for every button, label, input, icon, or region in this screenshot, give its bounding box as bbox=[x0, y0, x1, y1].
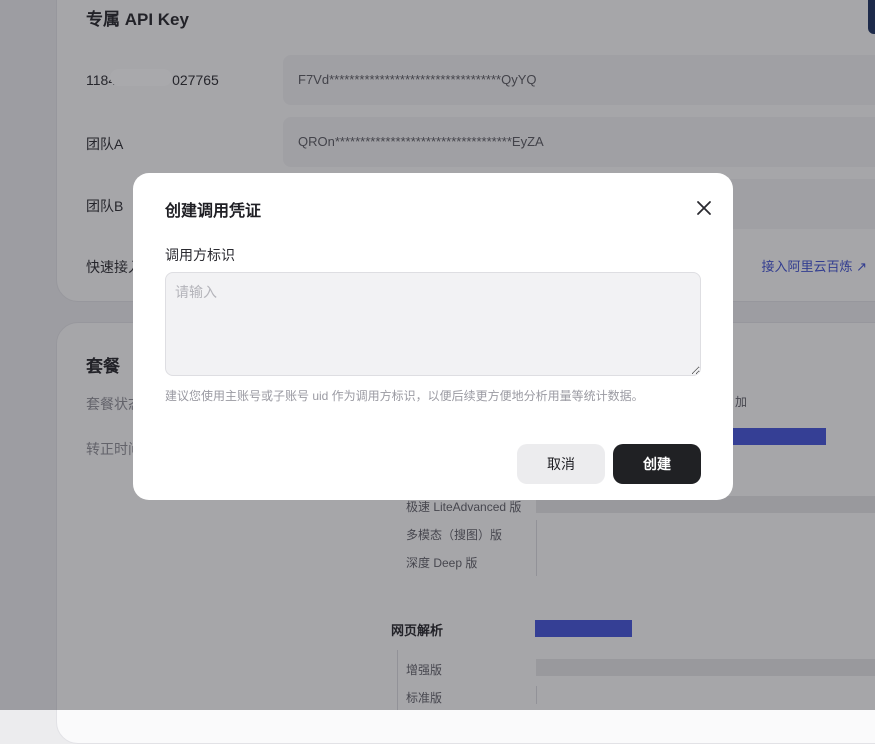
caller-id-hint: 建议您使用主账号或子账号 uid 作为调用方标识，以便后续更方便地分析用量等统计… bbox=[165, 389, 644, 403]
dialog-title: 创建调用凭证 bbox=[165, 203, 262, 220]
caller-id-label: 调用方标识 bbox=[165, 247, 235, 263]
create-credential-dialog: 创建调用凭证 调用方标识 建议您使用主账号或子账号 uid 作为调用方标识，以便… bbox=[133, 173, 733, 500]
close-icon bbox=[697, 201, 711, 215]
caller-id-input[interactable] bbox=[165, 272, 701, 376]
cancel-button[interactable]: 取消 bbox=[517, 444, 605, 484]
corner-badge bbox=[868, 0, 875, 34]
close-button[interactable] bbox=[693, 197, 715, 219]
create-button[interactable]: 创建 bbox=[613, 444, 701, 484]
